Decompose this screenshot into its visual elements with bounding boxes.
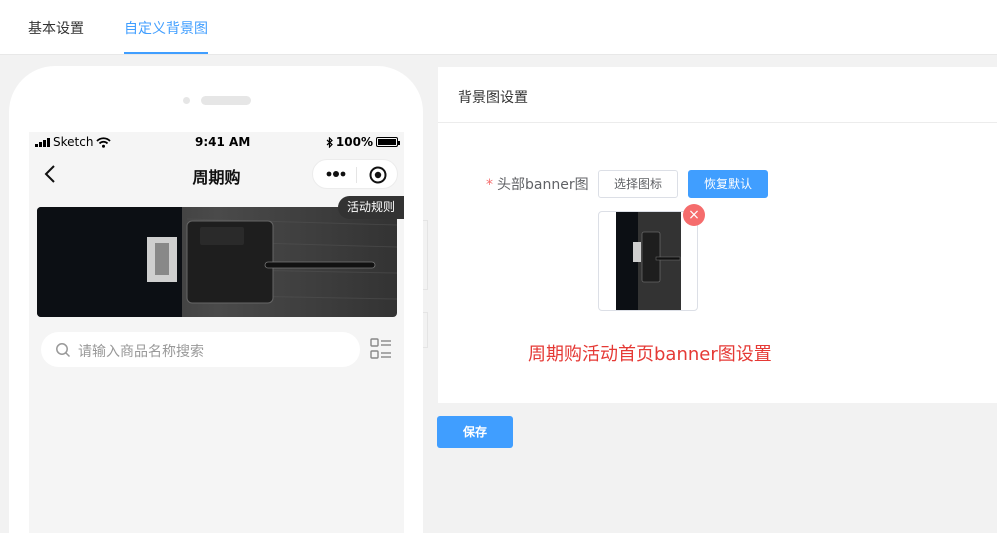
battery-percent: 100% [335,135,373,149]
carrier: Sketch [35,135,112,149]
status-right: 100% [326,135,400,149]
activity-rules-badge[interactable]: 活动规则 [338,196,404,219]
search-placeholder: 请输入商品名称搜索 [78,344,204,360]
status-bar: Sketch 9:41 AM 100% [29,132,404,152]
bluetooth-icon [326,136,333,148]
restore-default-button[interactable]: 恢复默认 [688,170,768,198]
phone-side-button [423,312,428,348]
carrier-name: Sketch [53,135,94,149]
banner-thumbnail-image [616,212,681,310]
phone-side-button [423,220,428,290]
banner-field-label: * 头部banner图 [486,174,589,194]
capsule-divider [356,167,357,183]
more-icon[interactable] [325,167,347,181]
required-mark: * [486,177,493,193]
door-lock-banner-picture [37,207,397,317]
banner-settings-note: 周期购活动首页banner图设置 [528,344,772,365]
phone-sensor [183,97,190,104]
banner-image [37,207,397,317]
capsule-menu [312,159,398,189]
card-title: 背景图设置 [458,90,528,106]
tab-custom-background[interactable]: 自定义背景图 [124,18,208,38]
signal-icon [35,137,50,147]
close-miniprogram-icon[interactable] [369,166,387,184]
wifi-icon [96,136,112,148]
phone-speaker [201,96,251,105]
save-button[interactable]: 保存 [437,416,513,448]
status-time: 9:41 AM [195,135,251,149]
tab-basic-settings[interactable]: 基本设置 [28,18,84,38]
door-lock-thumbnail-picture [616,212,681,310]
category-list-icon[interactable] [370,338,392,360]
select-icon-button[interactable]: 选择图标 [598,170,678,198]
active-tab-indicator [124,52,208,54]
battery-icon [376,137,400,147]
mini-program-navbar: 周期购 [29,152,404,196]
banner-field-label-text: 头部banner图 [497,177,589,193]
banner-thumbnail [598,211,698,311]
top-tabs: 基本设置 自定义背景图 [0,0,997,55]
remove-image-icon[interactable]: × [683,204,705,226]
card-header: 背景图设置 [438,67,997,123]
search-icon [56,343,71,358]
search-input[interactable]: 请输入商品名称搜索 [41,332,360,367]
phone-screen: Sketch 9:41 AM 100% 周期购 活动规则 请输入商品名称搜索 [29,132,404,533]
background-settings-card: 背景图设置 * 头部banner图 选择图标 恢复默认 × 周期购活动首页bann… [438,67,997,403]
